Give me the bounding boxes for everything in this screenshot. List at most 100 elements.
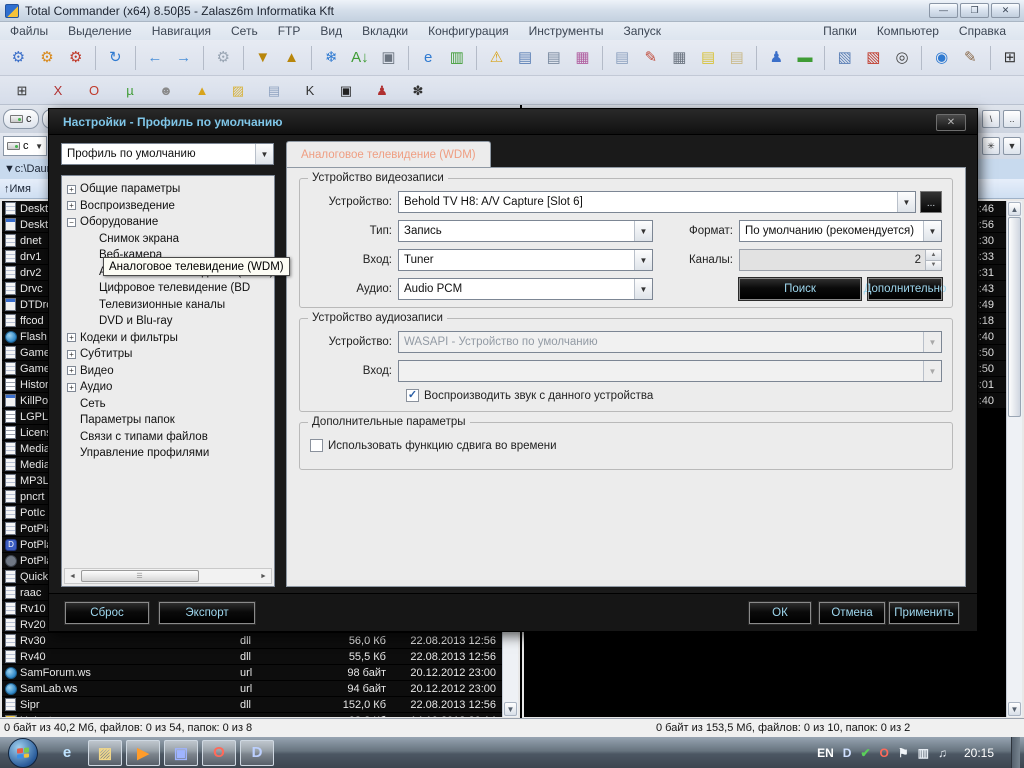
expand-icon[interactable]: + [67,201,76,210]
total-commander-taskbar-button[interactable]: ▣ [164,740,198,766]
scroll-down-icon[interactable]: ▼ [1008,702,1021,716]
explorer-taskbar-button[interactable]: ▨ [88,740,122,766]
back-icon[interactable]: ← [143,46,168,70]
left-drive-combo[interactable]: c ▼ [3,136,47,156]
timeshift-checkbox-row[interactable]: Использовать функцию сдвига во времени [310,439,557,452]
sort-az-icon[interactable]: A↓ [347,46,372,70]
doc-warning-icon[interactable]: ⚠ [484,46,509,70]
audio-input-select[interactable] [398,360,942,382]
tree-item-Субтитры[interactable]: +Субтитры [62,346,274,363]
right-scrollbar[interactable]: ▲ ▼ [1006,201,1022,717]
advanced-button[interactable]: Дополнительно [868,278,942,300]
minimize-button[interactable]: — [929,3,958,18]
menu-Вкладки[interactable]: Вкладки [352,23,418,39]
tree-item-Снимок экрана[interactable]: Снимок экрана [62,231,274,248]
audio-device-select[interactable]: WASAPI - Устройство по умолчанию [398,331,942,353]
avatar-red-icon[interactable]: ♟ [370,79,394,101]
refresh-icon[interactable]: ↻ [103,46,128,70]
action-center-flag-icon[interactable]: ⚑ [898,747,909,759]
file-row[interactable]: Siprdll152,0 Кб22.08.2013 12:56 [2,697,502,713]
file-row[interactable]: Rv40dll55,5 Кб22.08.2013 12:56 [2,649,502,665]
profile-select[interactable]: Профиль по умолчанию [61,143,274,165]
doc-info-icon[interactable]: ▤ [541,46,566,70]
menu-FTP[interactable]: FTP [268,23,311,39]
expand-icon[interactable]: + [67,383,76,392]
notepad-icon[interactable]: ▤ [610,46,635,70]
options-gear-blue-icon[interactable]: ⚙ [6,46,31,70]
tree-item-Параметры папок[interactable]: Параметры папок [62,412,274,429]
audio-select[interactable]: Audio PCM [398,278,653,300]
image-icon[interactable]: ▧ [832,46,857,70]
checkbox-unchecked-icon[interactable] [310,439,323,452]
alien-icon[interactable]: ☻ [154,79,178,101]
file-row[interactable]: UnInstexe98,2 Кб14.10.2013 20:14 [2,713,502,717]
tree-item-Цифровое телевидение (BD[interactable]: Цифровое телевидение (BD [62,280,274,297]
potplayer-taskbar-button[interactable]: D [240,740,274,766]
expand-icon[interactable]: + [67,350,76,359]
scroll-thumb[interactable] [1008,217,1021,417]
video-input-select[interactable]: Tuner [398,249,653,271]
user-blue-icon[interactable]: ♟ [764,46,789,70]
acrobat-gray-icon[interactable]: X [46,79,70,101]
scroll-up-icon[interactable]: ▲ [1008,202,1021,216]
expand-icon[interactable]: + [67,185,76,194]
reset-button[interactable]: Сброс [65,602,149,624]
collapse-icon[interactable]: − [67,218,76,227]
tree-item-Сеть[interactable]: Сеть [62,396,274,413]
forward-icon[interactable]: → [171,46,196,70]
hands-dark-icon[interactable]: ✽ [406,79,430,101]
calculator-icon[interactable]: ▦ [667,46,692,70]
tree-item-Связи с типами файлов[interactable]: Связи с типами файлов [62,429,274,446]
clock[interactable]: 20:15 [964,746,994,760]
doc-preview-icon[interactable]: ▤ [513,46,538,70]
format-select[interactable]: По умолчанию (рекомендуется) [739,220,942,242]
menu-Запуск[interactable]: Запуск [614,23,672,39]
thumbnails-icon[interactable]: ▦ [570,46,595,70]
tree-h-scrollbar[interactable]: ◄☰► [64,568,272,584]
history-button[interactable]: ▼ [1003,137,1021,155]
parent-dir-button[interactable]: .. [1003,110,1021,128]
internet-explorer-taskbar-button[interactable]: e [50,740,84,766]
video-device-select[interactable]: Behold TV H8: A/V Capture [Slot 6] [398,191,916,213]
language-indicator[interactable]: EN [817,747,834,759]
expand-icon[interactable]: + [67,366,76,375]
export-button[interactable]: Экспорт [159,602,255,624]
daemon-tools-icon[interactable]: ▲ [190,79,214,101]
media-play-taskbar-button[interactable]: ▶ [126,740,160,766]
restore-button[interactable]: ❐ [960,3,989,18]
scroll-down-icon[interactable]: ▼ [504,702,517,716]
show-desktop-button[interactable] [1011,737,1020,768]
search-files-icon[interactable]: ◎ [890,46,915,70]
menu-Выделение[interactable]: Выделение [58,23,142,39]
drive-c-button[interactable]: c [3,109,39,129]
network-computer-icon[interactable]: ▥ [444,46,469,70]
plugin-gear-icon[interactable]: ⊞ [998,46,1023,70]
expand-icon[interactable]: + [67,333,76,342]
menu-Сеть[interactable]: Сеть [221,23,268,39]
ok-button[interactable]: ОК [749,602,811,624]
opera-tray-icon[interactable]: O [880,747,889,759]
image-delete-icon[interactable]: ▧ [861,46,886,70]
checkbox-checked-icon[interactable]: ✓ [406,389,419,402]
archive-extract-icon[interactable]: ▼ [251,46,276,70]
tree-item-Аудио[interactable]: +Аудио [62,379,274,396]
snowflake-icon[interactable]: ❄ [319,46,344,70]
spin-up-icon[interactable]: ▲ [926,250,941,261]
plugin-gear2-icon[interactable]: ⊞ [10,79,34,101]
opera-icon[interactable]: O [82,79,106,101]
capture-type-select[interactable]: Запись [398,220,653,242]
scroll-icon[interactable]: ▤ [724,46,749,70]
menu-Конфигурация[interactable]: Конфигурация [418,23,519,39]
internet-explorer-icon[interactable]: e [416,46,441,70]
menu-Файлы[interactable]: Файлы [0,23,58,39]
file-row[interactable]: SamForum.wsurl98 байт20.12.2012 23:00 [2,665,502,681]
menu-Компьютер[interactable]: Компьютер [867,23,949,39]
tree-selected-tooltip[interactable]: Аналоговое телевидение (WDM) [103,257,290,276]
scroll-right-icon[interactable]: ► [257,570,270,582]
root-dir-button[interactable]: \ [982,110,1000,128]
tree-item-Оборудование[interactable]: −Оборудование [62,214,274,231]
opera-taskbar-button[interactable]: O [202,740,236,766]
cancel-button[interactable]: Отмена [819,602,885,624]
dialog-title[interactable]: Настройки - Профиль по умолчанию [49,109,977,135]
tree-item-Видео[interactable]: +Видео [62,363,274,380]
